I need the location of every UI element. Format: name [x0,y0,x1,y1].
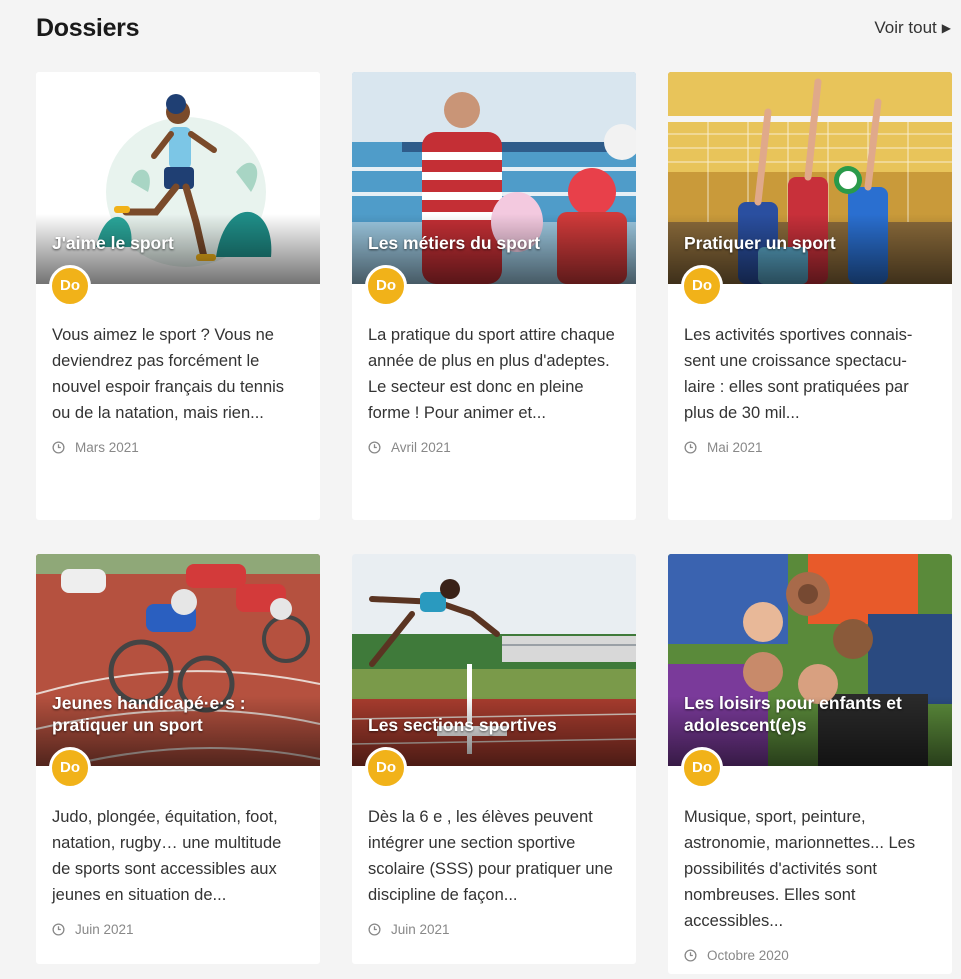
card-date: Octobre 2020 [684,948,936,963]
card-description: Dès la 6 e , les élèves peuvent intégrer… [368,808,613,904]
card-caption: Pratiquer un sport [684,233,836,253]
type-badge: Do [49,265,91,307]
dossier-card[interactable]: Jeunes handicapé·e·s : pratiquer un spor… [36,554,320,964]
date-label: Mai 2021 [707,440,763,455]
card-image: Jeunes handicapé·e·s : pratiquer un spor… [36,554,320,766]
clock-icon [52,923,65,936]
dossier-card[interactable]: J'aime le sport Do Vous aimez le sport ?… [36,72,320,520]
card-image: Les loisirs pour enfants et adolescent(e… [668,554,952,766]
card-image: Les sections sportives [352,554,636,766]
clock-icon [368,441,381,454]
card-description: La pratique du sport attire chaque année… [368,326,615,422]
card-image: Les métiers du sport [352,72,636,284]
type-badge: Do [49,747,91,789]
card-date: Juin 2021 [368,922,620,937]
dossier-card[interactable]: Les loisirs pour enfants et adolescent(e… [668,554,952,974]
date-label: Juin 2021 [75,922,134,937]
card-image: J'aime le sport [36,72,320,284]
card-description: Judo, plongée, équitation, foot, natatio… [52,808,282,904]
see-all-link[interactable]: Voir tout ▶ [874,18,951,38]
clock-icon [684,441,697,454]
clock-icon [368,923,381,936]
date-label: Octobre 2020 [707,948,789,963]
dossier-card[interactable]: Pratiquer un sport Do Les activités spor… [668,72,952,520]
type-badge: Do [365,747,407,789]
card-caption: J'aime le sport [52,233,174,253]
date-label: Juin 2021 [391,922,450,937]
type-badge: Do [681,265,723,307]
card-description: Les activités sportives connais-sent une… [684,326,913,422]
card-image: Pratiquer un sport [668,72,952,284]
see-all-label: Voir tout [874,18,937,37]
card-description: Musique, sport, peinture, astronomie, ma… [684,808,916,930]
card-date: Juin 2021 [52,922,304,937]
dossier-card[interactable]: Les sections sportives Do Dès la 6 e , l… [352,554,636,964]
card-date: Mars 2021 [52,440,304,455]
type-badge: Do [365,265,407,307]
date-label: Mars 2021 [75,440,139,455]
caret-right-icon: ▶ [941,21,951,35]
card-description: Vous aimez le sport ? Vous ne deviendrez… [52,326,285,422]
section-header: Dossiers Voir tout ▶ [36,14,951,50]
card-date: Avril 2021 [368,440,620,455]
date-label: Avril 2021 [391,440,451,455]
type-badge: Do [681,747,723,789]
card-caption: Jeunes handicapé·e·s : pratiquer un spor… [52,693,246,735]
card-date: Mai 2021 [684,440,936,455]
section-title: Dossiers [36,14,140,42]
clock-icon [52,441,65,454]
card-caption: Les sections sportives [368,715,557,735]
card-caption: Les métiers du sport [368,233,541,253]
dossier-card[interactable]: Les métiers du sport Do La pratique du s… [352,72,636,520]
card-caption: Les loisirs pour enfants et adolescent(e… [684,693,902,735]
clock-icon [684,949,697,962]
